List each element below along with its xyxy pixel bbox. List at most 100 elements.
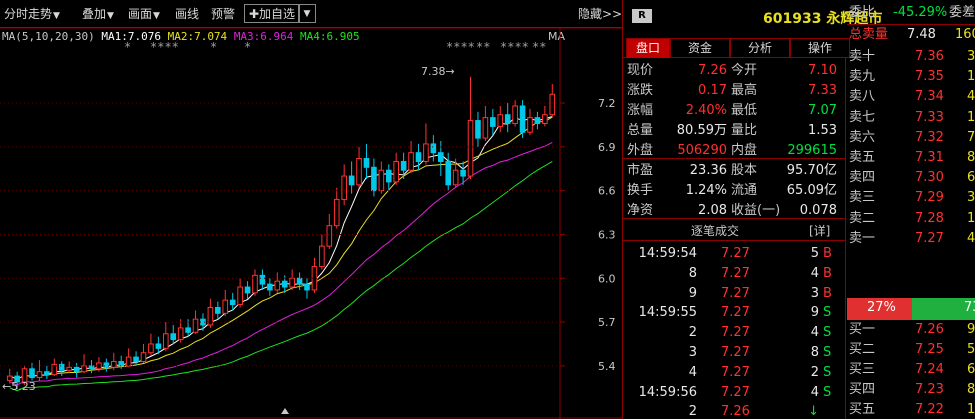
- sell-level-price: 7.27: [915, 230, 944, 246]
- buy-level-row[interactable]: 买三 7.24 6: [849, 360, 975, 380]
- candle-body: [148, 343, 154, 354]
- trade-time: 2: [688, 404, 697, 419]
- trade-price: 7.27: [721, 305, 750, 321]
- candle: [215, 301, 221, 320]
- quote-label: 涨跌: [627, 83, 654, 98]
- candle-body: [58, 363, 65, 371]
- candle-body: [363, 158, 370, 168]
- candle: [467, 76, 474, 179]
- candle: [378, 161, 385, 194]
- candle-body: [542, 114, 548, 124]
- candle-body: [140, 352, 147, 362]
- tab-funds[interactable]: 资金: [670, 38, 730, 58]
- hide-panel-button[interactable]: 隐藏>>: [578, 5, 622, 23]
- trade-price: 7.27: [721, 345, 750, 360]
- candle-body: [400, 160, 407, 171]
- buy-level-row[interactable]: 买四 7.23 8: [849, 380, 975, 400]
- overlay-menu[interactable]: 叠加▼: [82, 5, 114, 23]
- y-tick-label: 7.2: [598, 97, 616, 110]
- candle-body: [267, 283, 273, 291]
- y-tick-label: 6.9: [598, 141, 616, 154]
- sell-level-price: 7.32: [915, 129, 944, 145]
- star-marker: **: [476, 40, 490, 54]
- sell-level-row[interactable]: 卖一 7.27 4: [849, 229, 975, 249]
- buy-level-price: 7.25: [915, 342, 944, 357]
- intraday-menu[interactable]: 分时走势▼: [4, 5, 60, 23]
- chevron-down-icon: ▼: [107, 11, 114, 21]
- candle-body: [512, 105, 518, 124]
- buy-level-row[interactable]: 买二 7.25 5: [849, 340, 975, 360]
- sell-level-label: 卖二: [849, 210, 876, 226]
- sell-level-volume: 3: [967, 190, 975, 206]
- quote-row: 市盈 23.36 股本 95.70亿: [627, 161, 843, 181]
- candle-body: [371, 166, 377, 192]
- candle-body: [244, 286, 251, 294]
- candle-body: [452, 169, 459, 186]
- buy-level-row[interactable]: 买一 7.26 9: [849, 320, 975, 340]
- trade-row: 3 7.27 8 S: [623, 343, 845, 363]
- trade-time: 3: [688, 345, 697, 360]
- candle-body: [460, 169, 466, 177]
- quote-value: 80.59万: [676, 123, 727, 138]
- candle-body: [393, 160, 400, 183]
- trade-time: 14:59:54: [638, 246, 697, 261]
- candle-body: [408, 152, 414, 171]
- buy-level-label: 买五: [849, 402, 876, 417]
- candle-body: [177, 327, 184, 341]
- trade-price: 7.27: [721, 265, 750, 281]
- trades-detail-link[interactable]: [详]: [809, 222, 830, 239]
- candlestick-chart[interactable]: * **** * * **** ** **** ** 7.26.96.66.36.05.75.…: [0, 28, 622, 419]
- total-sell-price: 7.48: [907, 27, 936, 42]
- tab-operation[interactable]: 操作: [790, 38, 850, 58]
- trade-side: B: [823, 265, 832, 281]
- star-marker: *: [124, 40, 131, 54]
- candle: [133, 351, 139, 366]
- draw-line-button[interactable]: 画线: [175, 5, 199, 23]
- sell-level-volume: 4: [967, 89, 975, 105]
- buy-level-price: 7.23: [915, 382, 944, 397]
- trade-time: 14:59:56: [638, 384, 697, 400]
- candle-body: [348, 175, 355, 186]
- buy-level-row[interactable]: 买五 7.22 1: [849, 400, 975, 419]
- candle-body: [237, 286, 243, 306]
- candle: [125, 348, 132, 368]
- candle: [289, 269, 295, 290]
- sell-level-row[interactable]: 卖二 7.28 1: [849, 209, 975, 229]
- sell-level-row[interactable]: 卖七 7.33 10: [849, 108, 975, 128]
- sell-level-row[interactable]: 卖十 7.36 3: [849, 47, 975, 67]
- sell-level-row[interactable]: 卖六 7.32 7: [849, 128, 975, 148]
- y-tick-label: 5.7: [598, 316, 616, 329]
- sell-level-label: 卖一: [849, 230, 876, 246]
- tab-panel[interactable]: 盘口: [626, 38, 670, 58]
- candle: [162, 322, 169, 352]
- candle: [192, 310, 199, 334]
- candle-body: [162, 333, 169, 349]
- candle-body: [81, 365, 87, 373]
- tab-analysis[interactable]: 分析: [730, 38, 790, 58]
- candle: [44, 365, 50, 380]
- sell-level-volume: 6: [967, 170, 975, 186]
- add-watchlist-dropdown[interactable]: ▼: [298, 4, 316, 23]
- candle: [475, 111, 481, 147]
- candle-body: [475, 120, 481, 139]
- quote-label: 量比: [731, 123, 758, 138]
- sell-level-row[interactable]: 卖五 7.31 8: [849, 148, 975, 168]
- candle-body: [229, 299, 236, 306]
- alert-button[interactable]: 预警: [211, 5, 235, 23]
- sell-level-volume: 4: [967, 230, 975, 246]
- sell-level-row[interactable]: 卖四 7.30 6: [849, 168, 975, 188]
- low-price-label: ←5.23: [2, 380, 36, 393]
- sell-level-row[interactable]: 卖九 7.35 17: [849, 67, 975, 87]
- sell-level-row[interactable]: 卖三 7.29 3: [849, 188, 975, 208]
- view-menu[interactable]: 画面▼: [128, 5, 160, 23]
- weibi-label: 委比: [849, 5, 876, 20]
- candle: [170, 324, 177, 344]
- sell-level-row[interactable]: 卖八 7.34 4: [849, 87, 975, 107]
- chevron-down-icon: ▼: [53, 11, 60, 21]
- candle: [73, 362, 80, 378]
- candle-body: [549, 93, 556, 116]
- trade-volume: 5: [810, 246, 819, 261]
- add-watchlist-button[interactable]: ✚加自选: [244, 4, 301, 23]
- candles: [6, 76, 556, 390]
- chevron-down-icon: ▼: [303, 9, 311, 19]
